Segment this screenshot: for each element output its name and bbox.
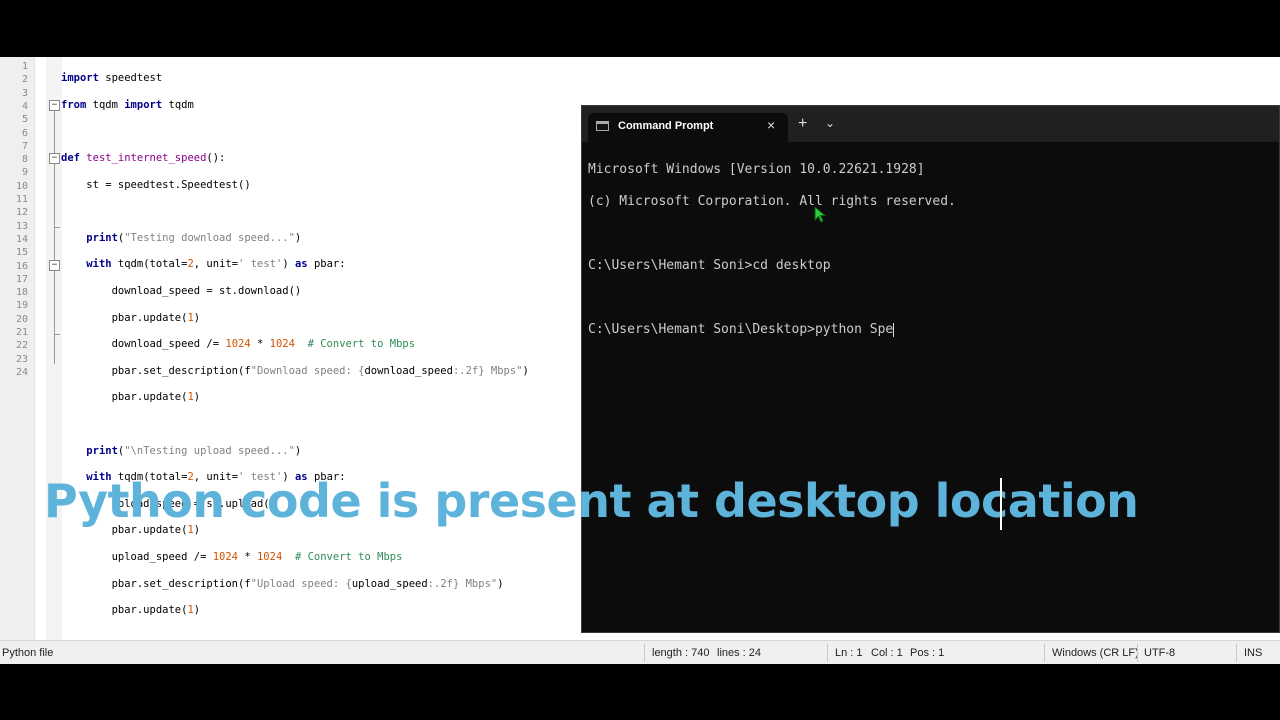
code-line: print("Testing download speed..."): [86, 231, 302, 244]
eol-format-label[interactable]: Windows (CR LF): [1052, 647, 1139, 659]
code-line: pbar.update(1): [61, 604, 201, 617]
insert-mode-label[interactable]: INS: [1244, 647, 1262, 659]
status-bar: Python file length : 740 lines : 24 Ln :…: [0, 640, 1280, 665]
code-line: from tqdm import tqdm: [61, 98, 194, 111]
code-line: download_speed = st.download(): [61, 285, 302, 298]
code-line: st = speedtest.Speedtest(): [61, 178, 251, 191]
file-type-label: Python file: [2, 647, 54, 659]
line-position-label: Ln : 1: [835, 647, 863, 659]
line-number: 19: [15, 300, 28, 312]
terminal-input-text: C:\Users\Hemant Soni\Desktop>python Spe: [588, 322, 894, 337]
code-line: pbar.set_description(f"Download speed: {…: [61, 364, 529, 377]
code-line: pbar.update(1): [61, 311, 201, 324]
status-separator: [1137, 644, 1138, 662]
line-number: 21: [15, 327, 28, 338]
close-icon[interactable]: ×: [767, 117, 775, 133]
terminal-titlebar[interactable]: Command Prompt × + ⌄: [582, 106, 1279, 142]
line-number: 14: [15, 233, 28, 245]
line-number: 3: [21, 87, 28, 99]
code-content[interactable]: import speedtest from tqdm import tqdm d…: [61, 59, 529, 640]
length-label: length : 740: [652, 647, 710, 659]
video-top-bar: [0, 0, 1280, 57]
line-number: 17: [15, 273, 28, 285]
column-position-label: Col : 1: [871, 647, 903, 659]
line-number: 23: [15, 353, 28, 365]
line-number: 1: [21, 61, 28, 72]
video-bottom-bar: [0, 664, 1280, 720]
line-number: 4: [21, 100, 28, 112]
code-line: pbar.update(1): [61, 391, 201, 404]
line-number: 9: [21, 167, 28, 179]
line-number: 5: [21, 114, 28, 126]
code-line: with tqdm(total=2, unit=' test') as pbar…: [86, 258, 346, 271]
fold-toggle-with-1[interactable]: −: [49, 153, 60, 164]
fold-toggle-with-2[interactable]: −: [49, 260, 60, 271]
status-separator: [644, 644, 645, 662]
line-number: 15: [15, 247, 28, 259]
terminal-input-line[interactable]: C:\Users\Hemant Soni\Desktop>python Spe: [588, 322, 956, 338]
fold-line: [54, 110, 55, 364]
line-number: 16: [15, 260, 28, 272]
chevron-down-icon[interactable]: ⌄: [825, 116, 835, 130]
line-number: 2: [21, 74, 28, 86]
code-line: download_speed /= 1024 * 1024 # Convert …: [61, 338, 416, 351]
line-number: 20: [15, 313, 28, 325]
code-line: upload_speed /= 1024 * 1024 # Convert to…: [61, 550, 403, 563]
fold-end: [54, 334, 60, 335]
line-number: 22: [15, 340, 28, 352]
line-number: 10: [15, 180, 28, 192]
tab-title: Command Prompt: [618, 120, 714, 132]
code-line: import speedtest: [61, 72, 163, 85]
char-position-label: Pos : 1: [910, 647, 945, 659]
encoding-label[interactable]: UTF-8: [1144, 647, 1175, 659]
code-line: def test_internet_speed():: [61, 152, 226, 165]
line-number: 7: [21, 140, 28, 152]
line-number: 18: [15, 287, 28, 299]
line-number: 8: [21, 154, 28, 166]
terminal-output[interactable]: Microsoft Windows [Version 10.0.22621.19…: [588, 146, 956, 370]
lines-label: lines : 24: [717, 647, 762, 659]
tab-command-prompt[interactable]: Command Prompt ×: [588, 113, 788, 142]
status-separator: [1044, 644, 1045, 662]
line-number: 13: [15, 220, 28, 232]
code-line: print("\nTesting upload speed..."): [86, 444, 302, 457]
line-number: 11: [15, 194, 28, 205]
status-separator: [1236, 644, 1237, 662]
terminal-line: (c) Microsoft Corporation. All rights re…: [588, 194, 956, 209]
command-prompt-window[interactable]: Command Prompt × + ⌄ Microsoft Windows […: [581, 105, 1280, 633]
line-number: 12: [15, 207, 28, 219]
mouse-pointer-icon: [814, 206, 827, 223]
caption-caret: [1000, 478, 1002, 530]
video-caption: Python code is present at desktop locati…: [44, 474, 1139, 528]
status-separator: [827, 644, 828, 662]
line-number: 6: [21, 127, 28, 139]
text-cursor: [893, 322, 895, 337]
new-tab-button[interactable]: +: [798, 115, 807, 133]
line-number: 24: [15, 366, 28, 378]
terminal-icon: [596, 121, 609, 131]
code-line: pbar.set_description(f"Upload speed: {up…: [61, 577, 504, 590]
terminal-line: C:\Users\Hemant Soni>cd desktop: [588, 258, 831, 273]
terminal-line: Microsoft Windows [Version 10.0.22621.19…: [588, 162, 925, 177]
fold-end: [54, 227, 60, 228]
